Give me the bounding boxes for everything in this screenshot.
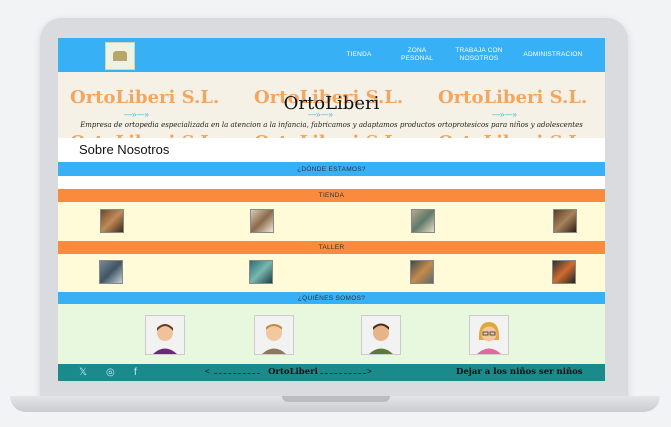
man-avatar-icon [255,316,293,354]
team-section [58,304,605,364]
about-heading: Sobre Nosotros [79,142,170,157]
team-member-avatar[interactable] [361,315,401,355]
logo-icon [113,51,127,61]
team-member-avatar[interactable] [145,315,185,355]
woman-avatar-icon [470,316,508,354]
workshop-photo[interactable] [99,260,123,284]
instagram-icon[interactable]: ◎ [106,367,115,378]
man-avatar-icon [362,316,400,354]
nav-trabaja-con-nosotros[interactable]: TRABAJA CON NOSOTROS [448,44,510,66]
store-photo[interactable] [411,209,435,233]
nav-administracion[interactable]: ADMINISTRACION [516,44,590,66]
hero-title: OrtoLiberi [283,93,380,114]
workshop-photo[interactable] [249,260,273,284]
footer-brand: OrtoLiberi [268,367,318,377]
company-logo[interactable] [105,42,135,70]
laptop-notch [282,396,390,402]
footer-right-arrow-icon: > [367,367,372,376]
store-band: TIENDA [58,189,605,202]
store-gallery [58,202,605,241]
team-member-avatar[interactable] [469,315,509,355]
hero-banner: OrtoLiberi S.L. OrtoLiberi S.L. OrtoLibe… [58,72,605,140]
team-member-avatar[interactable] [254,315,294,355]
man-avatar-icon [146,316,184,354]
workshop-photo[interactable] [552,260,576,284]
footer-divider [320,373,366,374]
footer: 𝕏 ◎ f < OrtoLiberi > Dejar a los niños s… [58,364,605,381]
store-photo[interactable] [553,209,577,233]
x-icon[interactable]: 𝕏 [79,367,87,378]
footer-slogan: Dejar a los niños ser niños [456,367,583,377]
about-section: Sobre Nosotros [58,138,605,161]
hero-subtitle: Empresa de ortopedia especializada en la… [80,121,583,129]
store-photo[interactable] [250,209,274,233]
store-photo[interactable] [100,209,124,233]
workshop-photo[interactable] [410,260,434,284]
facebook-icon[interactable]: f [134,367,137,378]
top-navbar: TIENDA ZONA PESONAL TRABAJA CON NOSOTROS… [58,38,605,72]
workshop-band: TALLER [58,241,605,254]
website-screen: TIENDA ZONA PESONAL TRABAJA CON NOSOTROS… [58,38,605,381]
nav-zona-personal[interactable]: ZONA PESONAL [392,44,442,66]
nav-tienda[interactable]: TIENDA [334,44,384,66]
workshop-gallery [58,254,605,292]
location-band[interactable]: ¿DÓNDE ESTAMOS? [58,162,605,176]
